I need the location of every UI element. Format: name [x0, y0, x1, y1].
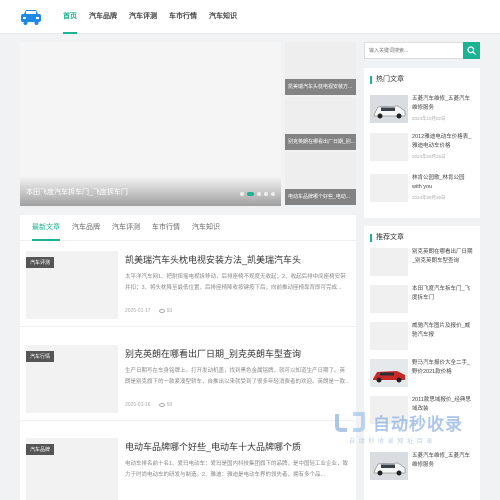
tab-latest[interactable]: 最新文章: [26, 215, 66, 241]
list-item[interactable]: 威驰汽车图片及报价_威驰汽车报: [370, 322, 474, 358]
article-date: 2024年09月26日: [412, 195, 446, 200]
article-thumbnail[interactable]: [370, 174, 408, 202]
article-title[interactable]: 林肯公园歌_林肯公园with you: [412, 174, 474, 192]
thumb-caption: 凯美瑞汽车头枕电视安装方...: [285, 79, 356, 95]
search-icon: [467, 46, 476, 55]
thumb-caption: 电动车品牌哪个好些_电动...: [285, 189, 356, 205]
nav-knowledge[interactable]: 汽车知识: [203, 0, 243, 34]
view-count: 93: [166, 308, 173, 314]
slider-dot[interactable]: [257, 192, 261, 196]
car-photo: [370, 452, 408, 480]
hero-slider[interactable]: 本田飞度汽车拆车门_飞度拆车门: [20, 42, 281, 206]
site-watermark: 自动秒收录 自 动 秒 收 录 网 址 目 录: [333, 408, 493, 448]
main-nav: 首页 汽车品牌 汽车评测 车市行情 汽车知识: [57, 0, 243, 34]
article-title[interactable]: 别克英朗在哪看出厂日期_别克英朗车型查询: [412, 248, 474, 266]
tab-brand[interactable]: 汽车品牌: [66, 215, 106, 240]
widget-title: 推荐文章: [370, 234, 404, 242]
category-badge[interactable]: 汽车评测: [26, 257, 55, 268]
article-title[interactable]: 本田飞度汽车拆车门_飞度拆车门: [412, 285, 474, 303]
post-title[interactable]: 电动车品牌哪个好些_电动车十大品牌哪个质: [125, 440, 350, 453]
article-thumbnail[interactable]: [370, 322, 408, 350]
car-photo: [370, 359, 408, 387]
article-thumbnail[interactable]: [370, 359, 408, 387]
post-meta: 2025-01-16 58: [125, 402, 172, 408]
search-button[interactable]: [463, 42, 480, 59]
post-meta: 2025-01-17 93: [125, 308, 172, 314]
list-item: 汽车行情 别克英朗在哪看出厂日期_别克英朗车型查询 生产日期写在车身铭牌上。打开…: [20, 335, 356, 421]
tab-review[interactable]: 汽车评测: [106, 215, 146, 240]
article-title[interactable]: 野马汽车报价大全二手_野价2021款价格: [412, 359, 474, 377]
slider-title[interactable]: 本田飞度汽车拆车门_飞度拆车门: [26, 187, 128, 197]
post-thumbnail[interactable]: 汽车评测: [26, 251, 118, 319]
slider-dot[interactable]: [271, 192, 275, 196]
post-excerpt: 生产日期写在车身铭牌上。打开发动机盖，找到黑色金属铭牌，就可以知道生产日期了。英…: [125, 368, 350, 385]
watermark-subtext: 自 动 秒 收 录 网 址 目 录: [349, 439, 434, 445]
view-count: 58: [166, 402, 173, 408]
article-title[interactable]: 五菱汽车维修_五菱汽车维修服务: [412, 452, 474, 470]
article-thumbnail[interactable]: [370, 285, 408, 313]
post-excerpt: 太平洋汽车网1、把耐摔摇电视拆移动，后排座椅不规度无收起；2、收起后排中间座椅安…: [125, 274, 346, 291]
list-item: 汽车品牌 电动车品牌哪个好些_电动车十大品牌哪个质 电动车排名前十名1、爱玛电动…: [20, 428, 356, 500]
search-box: [364, 42, 480, 59]
article-thumbnail[interactable]: [370, 95, 408, 123]
post-date: 2025-01-17: [125, 308, 151, 314]
article-date: 2024年09月25日: [412, 154, 446, 159]
category-badge[interactable]: 汽车行情: [26, 351, 55, 362]
top-header: 首页 汽车品牌 汽车评测 车市行情 汽车知识: [0, 0, 500, 34]
list-item[interactable]: 林肯公园歌_林肯公园with you 2024年09月26日: [370, 174, 474, 210]
article-list-panel: 最新文章 汽车品牌 汽车评测 车市行情 汽车知识 汽车评测 凯美瑞汽车头枕电视安…: [20, 215, 356, 500]
nav-home[interactable]: 首页: [57, 0, 83, 34]
hot-articles-widget: 热门文章 五菱汽车维修_五菱汽车维修服务 2024年10月02日 2012雅迪电…: [364, 68, 480, 218]
eye-icon: [158, 308, 165, 313]
article-date: 2024年10月02日: [412, 116, 446, 121]
watermark-logo-icon: [335, 412, 365, 432]
watermark-text: 自动秒收录: [373, 415, 463, 434]
article-title[interactable]: 五菱汽车维修_五菱汽车维修服务: [412, 95, 474, 113]
article-thumbnail[interactable]: [370, 452, 408, 480]
nav-market[interactable]: 车市行情: [163, 0, 203, 34]
car-photo: [370, 95, 408, 123]
recommended-widget: 推荐文章 别克英朗在哪看出厂日期_别克英朗车型查询 本田飞度汽车拆车门_飞度拆车…: [364, 226, 480, 500]
tab-knowledge[interactable]: 汽车知识: [186, 215, 226, 240]
category-badge[interactable]: 汽车品牌: [26, 444, 55, 455]
article-thumbnail[interactable]: [370, 133, 408, 161]
list-item[interactable]: 五菱汽车维修_五菱汽车维修服务: [370, 452, 474, 488]
article-tabs: 最新文章 汽车品牌 汽车评测 车市行情 汽车知识: [20, 215, 356, 241]
list-item[interactable]: 五菱汽车维修_五菱汽车维修服务 2024年10月02日: [370, 95, 474, 131]
post-thumbnail[interactable]: 汽车品牌: [26, 438, 118, 500]
slider-dot[interactable]: [264, 192, 268, 196]
slider-dot[interactable]: [240, 192, 244, 196]
feature-thumb[interactable]: 凯美瑞汽车头枕电视安装方...: [285, 42, 356, 95]
article-title[interactable]: 威驰汽车图片及报价_威驰汽车报: [412, 322, 474, 340]
car-logo-icon[interactable]: [20, 8, 42, 26]
feature-thumb[interactable]: 电动车品牌哪个好些_电动...: [285, 152, 356, 205]
nav-brand[interactable]: 汽车品牌: [83, 0, 123, 34]
list-item[interactable]: 本田飞度汽车拆车门_飞度拆车门: [370, 285, 474, 321]
post-excerpt: 电动车排名前十名1、爱玛电动车：爱玛是国内科技集团旗下的品牌，是中国轻工业企业，…: [125, 461, 349, 478]
list-item[interactable]: 2012雅迪电动车价格表_雅迪电动车价格 2024年09月25日: [370, 133, 474, 169]
post-date: 2025-01-16: [125, 402, 151, 408]
article-thumbnail[interactable]: [370, 248, 408, 276]
post-title[interactable]: 别克英朗在哪看出厂日期_别克英朗车型查询: [125, 347, 350, 360]
eye-icon: [158, 402, 165, 407]
slider-dots: [240, 192, 275, 196]
slider-dot[interactable]: [247, 192, 254, 196]
article-title[interactable]: 2012雅迪电动车价格表_雅迪电动车价格: [412, 133, 474, 151]
search-input[interactable]: [365, 43, 463, 58]
widget-title: 热门文章: [370, 76, 404, 84]
post-views: 58: [158, 402, 173, 408]
list-item[interactable]: 野马汽车报价大全二手_野价2021款价格: [370, 359, 474, 395]
nav-review[interactable]: 汽车评测: [123, 0, 163, 34]
tab-market[interactable]: 车市行情: [146, 215, 186, 240]
post-thumbnail[interactable]: 汽车行情: [26, 345, 118, 413]
feature-thumb[interactable]: 别克英朗在哪看出厂日期_别...: [285, 97, 356, 150]
post-views: 93: [158, 308, 173, 314]
post-title[interactable]: 凯美瑞汽车头枕电视安装方法_凯美瑞汽车头: [125, 253, 350, 266]
thumb-caption: 别克英朗在哪看出厂日期_别...: [285, 134, 356, 150]
list-item[interactable]: 别克英朗在哪看出厂日期_别克英朗车型查询: [370, 248, 474, 284]
list-item: 汽车评测 凯美瑞汽车头枕电视安装方法_凯美瑞汽车头 太平洋汽车网1、把耐摔摇电视…: [20, 241, 356, 327]
